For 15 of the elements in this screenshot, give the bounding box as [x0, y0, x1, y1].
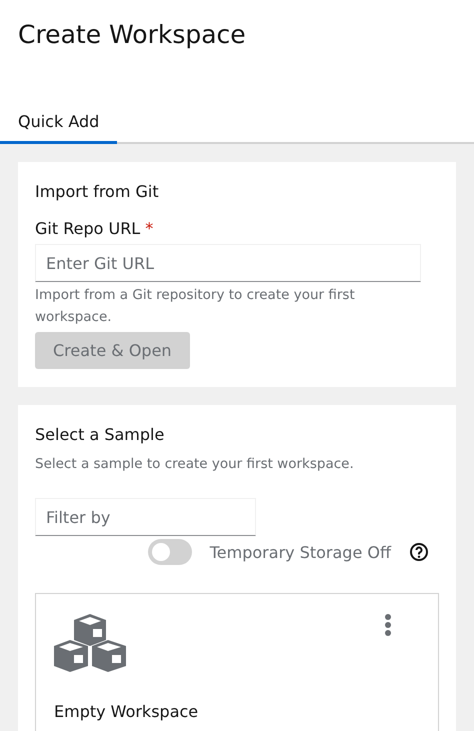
toggle-switch[interactable] — [148, 539, 192, 565]
sample-card[interactable]: Empty Workspace — [35, 593, 439, 731]
help-icon[interactable] — [409, 542, 429, 562]
input-field[interactable]: Enter Git URL — [35, 244, 421, 282]
helper-text: Import from a Git repository to create your first workspace. — [35, 286, 356, 327]
kebab-menu-icon[interactable] — [384, 614, 392, 636]
sample-name: Empty Workspace — [54, 702, 200, 721]
toggle-label: Temporary Storage Off — [210, 542, 391, 562]
description-text: Select a sample to create your first workspace. — [35, 456, 354, 472]
required-mark: * — [145, 219, 154, 238]
filter-field[interactable]: Filter by — [35, 498, 256, 536]
card-title: Select a Sample — [35, 425, 164, 444]
page-title: Create Workspace — [17, 19, 247, 51]
card-title: Import from Git — [35, 182, 159, 201]
field-label: Git Repo URL — [35, 219, 140, 238]
